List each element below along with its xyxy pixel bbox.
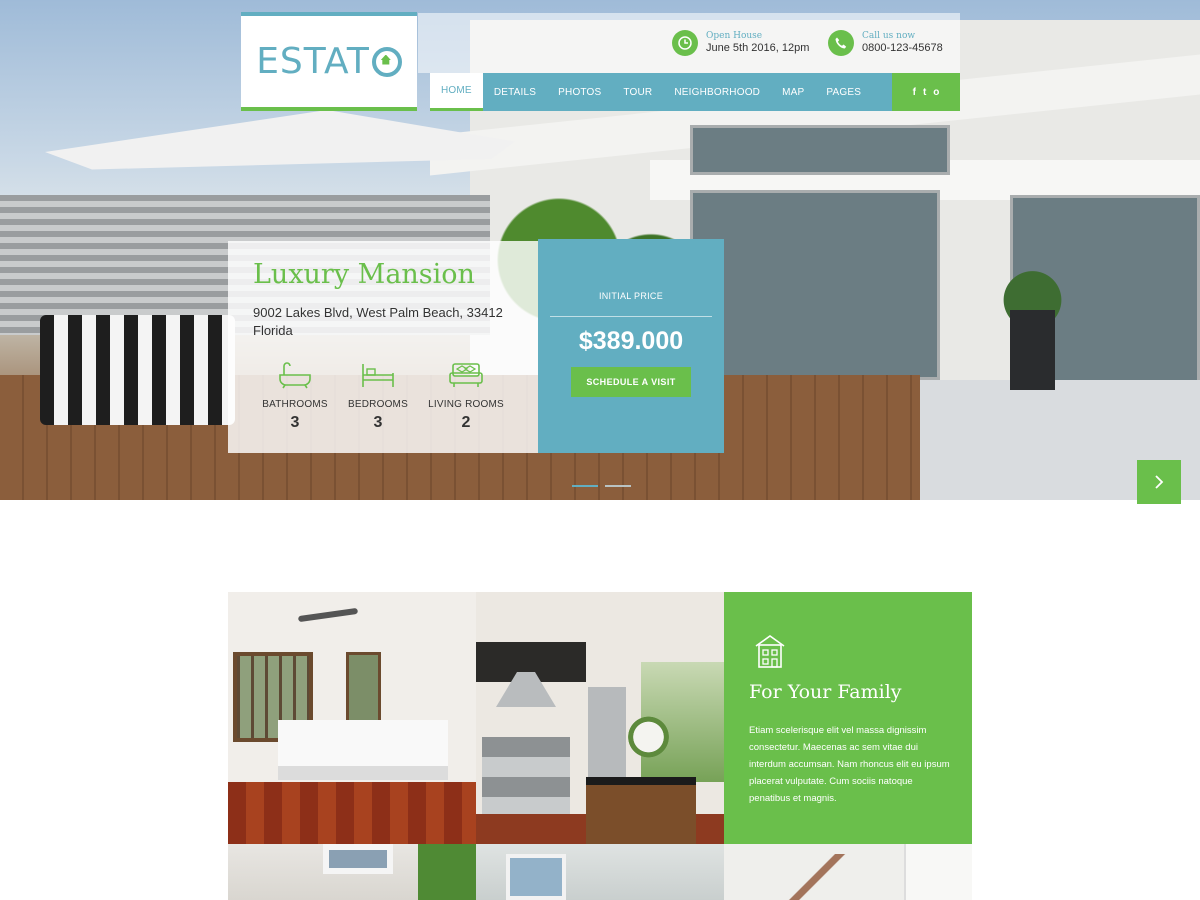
facebook-icon[interactable]: f xyxy=(913,87,916,98)
property-title: Luxury Mansion xyxy=(253,259,475,290)
feature-label: BEDROOMS xyxy=(348,399,408,410)
price-divider xyxy=(550,316,712,317)
price-label: INITIAL PRICE xyxy=(598,291,664,301)
slider-dot[interactable] xyxy=(572,485,598,487)
call-label: Call us now xyxy=(862,30,916,41)
feature-label: BATHROOMS xyxy=(262,399,328,410)
gallery-photo-bedroom[interactable] xyxy=(228,592,476,844)
logo[interactable]: ESTAT xyxy=(241,12,417,111)
photo-detail xyxy=(506,854,566,900)
main-nav: HOME DETAILS PHOTOS TOUR NEIGHBORHOOD MA… xyxy=(430,73,892,111)
bathtub-icon xyxy=(279,362,311,389)
slider-dots xyxy=(572,485,631,487)
property-card: Luxury Mansion 9002 Lakes Blvd, West Pal… xyxy=(228,241,538,453)
family-feature-box: For Your Family Etiam scelerisque elit v… xyxy=(724,592,972,844)
twitter-icon[interactable]: t xyxy=(923,87,926,98)
clock-icon xyxy=(672,30,698,56)
photo-detail xyxy=(418,844,476,900)
photo-detail xyxy=(346,652,381,727)
feature-bathrooms: BATHROOMS 3 xyxy=(250,361,340,432)
feature-value: 3 xyxy=(290,414,300,431)
photo-detail xyxy=(297,607,359,623)
slider-next-button[interactable] xyxy=(1137,460,1181,504)
chevron-right-icon xyxy=(1155,475,1164,489)
gallery-photo-interior[interactable] xyxy=(228,844,476,900)
photo-detail xyxy=(482,737,570,817)
feature-bedrooms: BEDROOMS 3 xyxy=(333,361,423,432)
price-card: INITIAL PRICE $389.000 SCHEDULE A VISIT xyxy=(538,239,724,453)
nav-item-photos[interactable]: PHOTOS xyxy=(547,73,612,111)
call-info: Call us now 0800-123-45678 xyxy=(828,30,943,56)
gallery-photo-interior[interactable] xyxy=(724,844,972,900)
open-house-value: June 5th 2016, 12pm xyxy=(706,41,810,54)
feature-value: 2 xyxy=(461,414,471,431)
nav-item-map[interactable]: MAP xyxy=(771,73,815,111)
house-icon xyxy=(755,635,785,668)
nav-item-home[interactable]: HOME xyxy=(430,73,483,111)
logo-text: ESTAT xyxy=(256,41,370,82)
nav-item-tour[interactable]: TOUR xyxy=(612,73,663,111)
open-house-info: Open House June 5th 2016, 12pm xyxy=(672,30,809,56)
feature-label: LIVING ROOMS xyxy=(428,399,504,410)
nav-item-neighborhood[interactable]: NEIGHBORHOOD xyxy=(663,73,771,111)
open-house-label: Open House xyxy=(706,30,763,41)
photo-detail xyxy=(323,844,393,874)
nav-item-details[interactable]: DETAILS xyxy=(483,73,547,111)
nav-item-pages[interactable]: PAGES xyxy=(815,73,872,111)
slider-dot[interactable] xyxy=(605,485,631,487)
property-address: 9002 Lakes Blvd, West Palm Beach, 33412 … xyxy=(253,305,503,338)
sofa-icon xyxy=(449,363,483,387)
call-value[interactable]: 0800-123-45678 xyxy=(862,42,943,56)
price-value: $389.000 xyxy=(578,327,684,355)
feature-value: 3 xyxy=(373,414,383,431)
gallery-photo-interior[interactable] xyxy=(476,844,724,900)
instagram-icon[interactable]: o xyxy=(933,87,939,98)
hero-sofa xyxy=(40,315,235,425)
photo-detail xyxy=(784,854,864,900)
photo-detail xyxy=(586,777,696,844)
phone-icon xyxy=(828,30,854,56)
hero-window-glass xyxy=(690,190,940,380)
family-text: Etiam scelerisque elit vel massa digniss… xyxy=(749,725,950,804)
family-title: For Your Family xyxy=(749,681,902,703)
gallery-photo-kitchen[interactable] xyxy=(476,592,724,844)
photo-detail xyxy=(228,782,476,844)
feature-living-rooms: LIVING ROOMS 2 xyxy=(421,361,511,432)
social-links: f t o xyxy=(892,73,960,111)
logo-house-icon xyxy=(371,46,402,77)
photo-detail xyxy=(626,712,671,762)
photo-detail xyxy=(904,844,972,900)
hero-window-upper xyxy=(690,125,950,175)
photo-detail xyxy=(278,720,448,780)
bed-icon xyxy=(362,364,394,387)
hero-pot xyxy=(1010,310,1055,390)
schedule-visit-button[interactable]: SCHEDULE A VISIT xyxy=(571,367,691,397)
